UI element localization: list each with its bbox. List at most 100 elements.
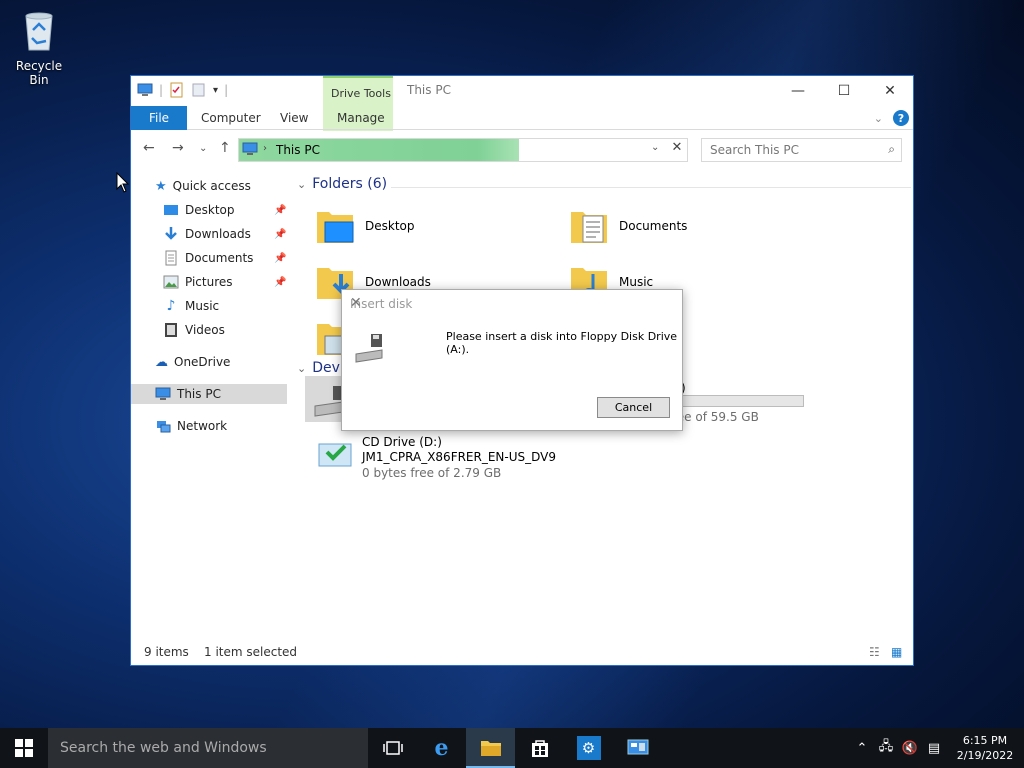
show-hidden-icons-chevron-icon[interactable]: ⌃ — [850, 741, 874, 756]
recycle-bin-icon — [25, 12, 53, 51]
this-pc-nav-icon — [155, 387, 171, 400]
expand-ribbon-chevron-icon[interactable]: ⌄ — [874, 112, 883, 125]
address-dropdown-icon[interactable]: ⌄ — [651, 142, 659, 153]
nav-onedrive-label: OneDrive — [174, 355, 231, 369]
tab-file[interactable]: File — [131, 106, 187, 130]
downloads-icon — [165, 227, 177, 240]
navigation-pane: ★ Quick access Desktop 📌 Downloads 📌 Doc… — [131, 172, 287, 642]
nav-quick-access[interactable]: ★ Quick access — [155, 176, 251, 196]
search-input[interactable]: Search This PC ⌕ — [701, 138, 902, 162]
folder-desktop[interactable]: Desktop — [315, 206, 415, 246]
file-explorer-icon — [480, 741, 501, 756]
group-divider — [391, 187, 911, 188]
pin-icon: 📌 — [274, 252, 287, 264]
tab-view[interactable]: View — [280, 111, 308, 125]
nav-downloads-label: Downloads — [185, 227, 251, 241]
dialog-close-icon[interactable]: ✕ — [350, 295, 674, 311]
dialog-title-bar: Insert disk ✕ — [342, 290, 682, 318]
folder-documents[interactable]: Documents — [569, 206, 687, 246]
minimize-button[interactable]: — — [775, 76, 821, 106]
store-bag-icon — [531, 740, 548, 757]
devices-header-label: Devi — [312, 360, 344, 376]
devices-group-header[interactable]: ⌄ Devi — [297, 360, 344, 376]
new-folder-icon[interactable] — [191, 82, 207, 98]
control-panel-taskbar-button[interactable] — [613, 728, 662, 768]
close-button[interactable]: ✕ — [867, 76, 913, 106]
this-pc-icon — [242, 142, 258, 155]
recycle-bin-label: Recycle Bin — [15, 59, 63, 87]
quick-access-toolbar: | ▾ | — [137, 82, 228, 98]
address-row: ← → ⌄ ↑ › This PC ⌄ ✕ Search This PC ⌕ — [131, 130, 913, 166]
taskbar-search-box[interactable]: Search the web and Windows — [48, 728, 368, 768]
nav-music-label: Music — [185, 299, 220, 313]
recycle-bin[interactable]: Recycle Bin — [6, 8, 72, 87]
nav-this-pc-label: This PC — [177, 387, 221, 401]
properties-icon[interactable] — [169, 82, 185, 98]
toolbar-separator: | — [159, 83, 164, 97]
back-arrow-icon[interactable]: ← — [143, 140, 155, 156]
maximize-button[interactable]: ☐ — [821, 76, 867, 106]
address-bar[interactable]: › This PC ⌄ — [238, 138, 688, 162]
task-view-button[interactable] — [368, 728, 417, 768]
documents-icon — [165, 250, 177, 266]
nav-onedrive[interactable]: ☁ OneDrive — [155, 352, 230, 372]
nav-desktop[interactable]: Desktop 📌 — [163, 200, 293, 220]
status-item-count: 9 items — [144, 645, 189, 659]
nav-downloads[interactable]: Downloads 📌 — [163, 224, 293, 244]
file-explorer-taskbar-button[interactable] — [466, 728, 515, 768]
window-title: This PC — [407, 83, 451, 97]
edge-taskbar-button[interactable]: e — [417, 728, 466, 768]
nav-videos[interactable]: Videos — [163, 320, 225, 340]
clock-date: 2/19/2022 — [956, 749, 1014, 762]
folder-desktop-icon — [317, 212, 354, 243]
folder-desktop-label: Desktop — [365, 219, 415, 233]
nav-network[interactable]: Network — [155, 416, 227, 436]
customize-toolbar-dropdown-icon[interactable]: ▾ — [213, 85, 218, 96]
status-bar: 9 items 1 item selected ☷ ▦ — [131, 641, 913, 665]
nav-network-label: Network — [177, 419, 228, 433]
pin-icon: 📌 — [274, 276, 287, 288]
nav-documents[interactable]: Documents 📌 — [163, 248, 293, 268]
tab-computer[interactable]: Computer — [201, 111, 261, 125]
taskbar-search-placeholder: Search the web and Windows — [60, 740, 267, 756]
drive-d-cd-icon — [315, 434, 355, 474]
nav-quick-access-label: Quick access — [172, 179, 251, 193]
help-icon[interactable]: ? — [893, 110, 909, 126]
pin-icon: 📌 — [274, 204, 287, 216]
drive-d-free-text: 0 bytes free of 2.79 GB — [362, 466, 502, 480]
large-icons-view-icon[interactable]: ▦ — [891, 645, 902, 659]
folder-documents-icon — [571, 212, 607, 243]
nav-this-pc[interactable]: This PC — [131, 384, 287, 404]
nav-documents-label: Documents — [185, 251, 254, 265]
action-center-icon[interactable]: ▤ — [922, 741, 946, 756]
nav-music[interactable]: ♪ Music — [163, 296, 220, 316]
cancel-button[interactable]: Cancel — [597, 397, 670, 418]
floppy-disk-icon — [355, 334, 383, 363]
star-icon: ★ — [155, 178, 167, 194]
network-icon — [157, 421, 171, 433]
control-panel-icon — [627, 739, 648, 755]
store-taskbar-button[interactable] — [515, 728, 564, 768]
drive-d-volume-label: JM1_CPRA_X86FRER_EN-US_DV9 — [362, 450, 557, 464]
nav-pictures[interactable]: Pictures 📌 — [163, 272, 293, 292]
volume-muted-icon[interactable]: 🔇 — [898, 741, 922, 756]
folder-documents-label: Documents — [619, 219, 688, 233]
network-tray-icon[interactable]: 🖧 — [874, 737, 898, 759]
tab-manage[interactable]: Manage — [337, 111, 385, 125]
up-arrow-icon[interactable]: ↑ — [219, 140, 231, 156]
toolbar-separator-2: | — [224, 83, 229, 97]
forward-arrow-icon[interactable]: → — [172, 140, 184, 156]
clock[interactable]: 6:15 PM 2/19/2022 — [946, 733, 1024, 763]
folders-group-header[interactable]: ⌄ Folders (6) — [297, 176, 387, 192]
details-view-icon[interactable]: ☷ — [869, 645, 880, 659]
settings-taskbar-button[interactable]: ⚙ — [564, 728, 613, 768]
ribbon-right-controls: ⌄ ? — [874, 110, 909, 126]
taskbar: Search the web and Windows e ⚙ ⌃ 🖧 🔇 ▤ 6… — [0, 728, 1024, 768]
music-icon: ♪ — [166, 298, 176, 314]
start-button[interactable] — [0, 728, 48, 768]
stop-loading-icon[interactable]: ✕ — [668, 140, 686, 158]
windows-logo-icon — [15, 739, 33, 757]
system-tray: ⌃ 🖧 🔇 ▤ 6:15 PM 2/19/2022 — [850, 728, 1024, 768]
pictures-icon — [163, 275, 179, 289]
recent-locations-chevron-icon[interactable]: ⌄ — [199, 143, 207, 154]
